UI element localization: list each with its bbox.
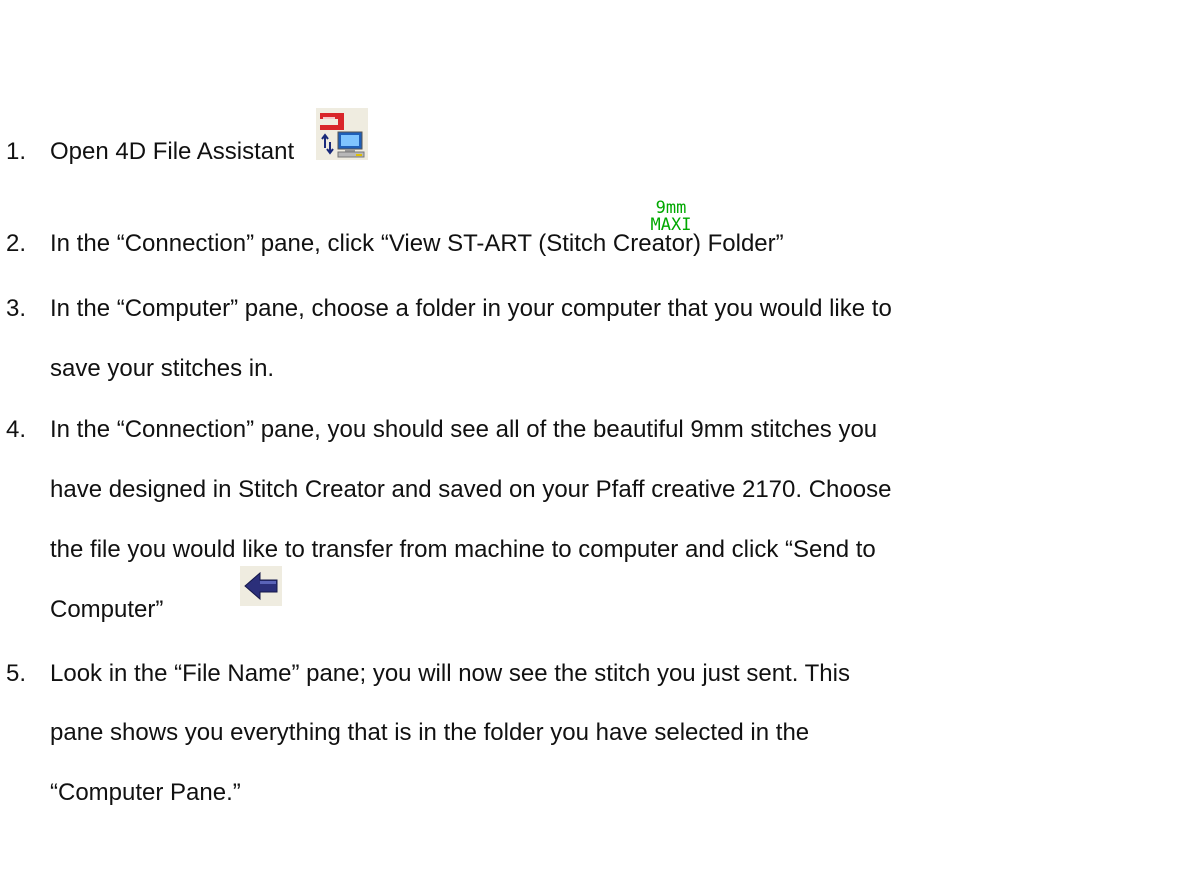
left-arrow-icon <box>240 566 282 606</box>
step-text: save your stitches in. <box>50 355 275 382</box>
step-number: 4. <box>6 416 27 443</box>
step-text: Look in the “File Name” pane; you will n… <box>50 660 850 687</box>
step-text: pane shows you everything that is in the… <box>50 719 810 746</box>
icon-bottom-text: MAXI <box>650 215 692 235</box>
step-text: Open 4D File Assistant <box>50 138 295 165</box>
9mm-maxi-icon: 9mm MAXI <box>646 200 696 238</box>
step-text: have designed in Stitch Creator and save… <box>50 476 892 503</box>
step-number: 5. <box>6 660 27 687</box>
step-number: 2. <box>6 230 27 257</box>
step-number: 1. <box>6 138 27 165</box>
step-text: “Computer Pane.” <box>50 779 241 806</box>
step-text: In the “Computer” pane, choose a folder … <box>50 295 892 322</box>
file-assistant-icon <box>316 108 368 160</box>
step-text: Computer” <box>50 596 164 623</box>
step-text: In the “Connection” pane, you should see… <box>50 416 878 443</box>
step-number: 3. <box>6 295 27 322</box>
step-text: the file you would like to transfer from… <box>50 536 876 563</box>
